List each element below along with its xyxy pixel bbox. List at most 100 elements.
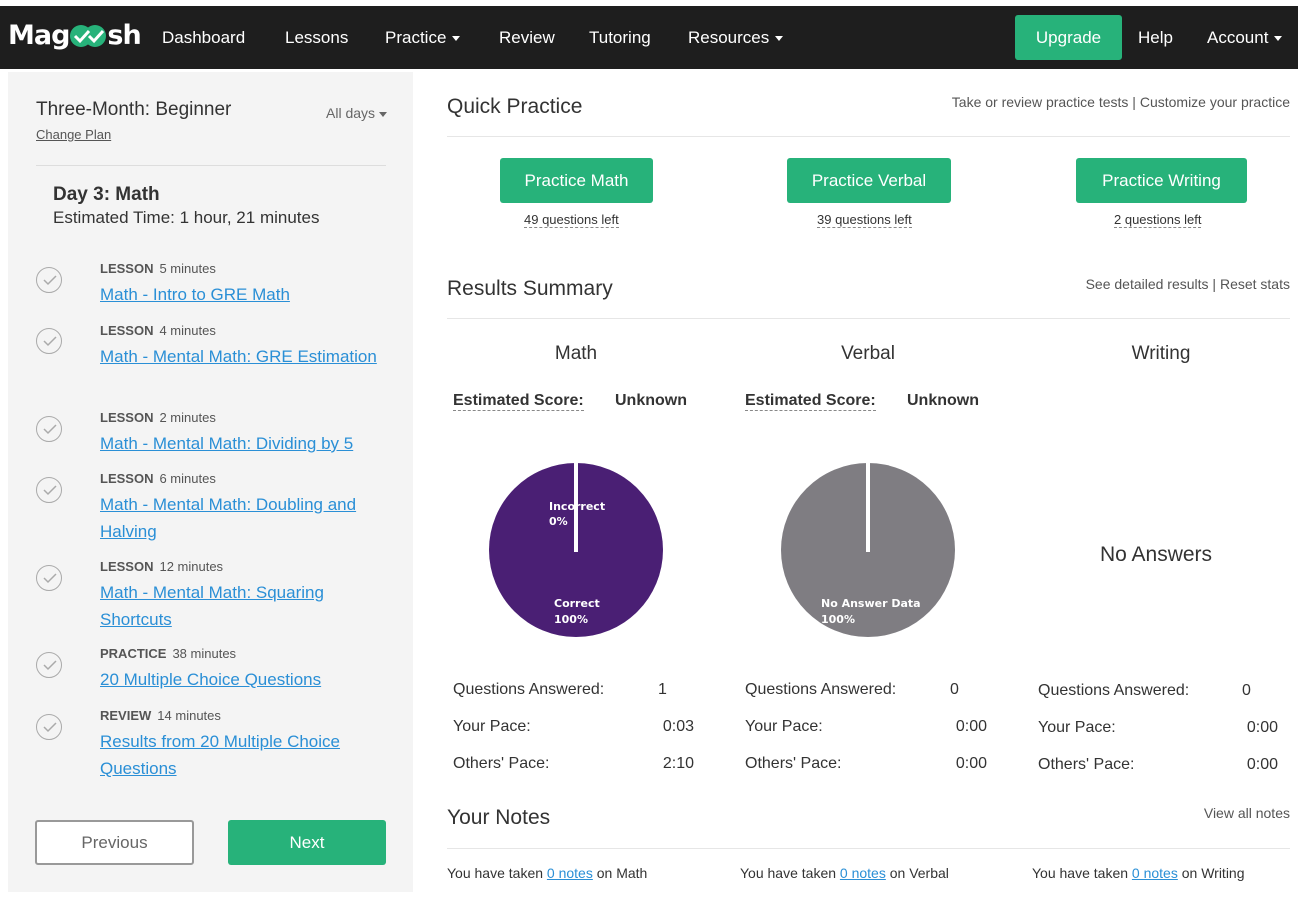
check-circle-icon[interactable] — [36, 267, 62, 293]
quick-practice-title: Quick Practice — [447, 95, 583, 118]
task-type: PRACTICE — [100, 646, 167, 661]
nav-tutoring[interactable]: Tutoring — [589, 28, 651, 48]
task-type: LESSON — [100, 261, 154, 276]
task-type: LESSON — [100, 323, 154, 338]
math-others-pace-value: 2:10 — [662, 755, 694, 772]
results-summary-title: Results Summary — [447, 277, 613, 300]
task-link[interactable]: Math - Mental Math: Doubling and Halving — [100, 491, 390, 545]
verbal-others-pace-value: 0:00 — [955, 755, 987, 772]
practice-writing-button[interactable]: Practice Writing — [1076, 158, 1247, 203]
verbal-questions-left[interactable]: 39 questions left — [817, 212, 912, 228]
change-plan-link[interactable]: Change Plan — [36, 127, 111, 142]
math-estimated-score-label[interactable]: Estimated Score: — [453, 392, 584, 411]
check-circle-icon[interactable] — [36, 652, 62, 678]
task-type: REVIEW — [100, 708, 152, 723]
writing-questions-left[interactable]: 2 questions left — [1114, 212, 1202, 228]
your-notes-title: Your Notes — [447, 806, 551, 829]
nav-review[interactable]: Review — [499, 28, 555, 48]
all-days-label: All days — [326, 105, 376, 121]
nav-practice[interactable]: Practice — [385, 28, 461, 48]
task-type: LESSON — [100, 471, 154, 486]
verbal-notes-link[interactable]: 0 notes — [840, 865, 886, 881]
nav-dashboard[interactable]: Dashboard — [162, 28, 245, 48]
task-link[interactable]: Results from 20 Multiple Choice Question… — [100, 728, 390, 782]
section-divider — [447, 848, 1290, 849]
notes-suffix: on Writing — [1181, 865, 1245, 881]
nav-resources-label: Resources — [688, 28, 770, 47]
nav-help[interactable]: Help — [1138, 28, 1173, 48]
logo-text-left: Mag — [8, 20, 70, 51]
task-duration: 6 minutes — [159, 471, 216, 486]
results-links[interactable]: See detailed results | Reset stats — [1086, 276, 1290, 292]
verbal-answered-label: Questions Answered: — [745, 681, 897, 698]
nav-account-label: Account — [1207, 28, 1269, 47]
nav-lessons[interactable]: Lessons — [285, 28, 348, 48]
verbal-pace-label: Your Pace: — [745, 718, 823, 735]
task-type: LESSON — [100, 559, 154, 574]
math-answered-label: Questions Answered: — [453, 681, 605, 698]
writing-notes-link[interactable]: 0 notes — [1132, 865, 1178, 881]
notes-suffix: on Math — [596, 865, 648, 881]
task-duration: 4 minutes — [159, 323, 216, 338]
caret-down-icon — [452, 36, 461, 42]
upgrade-button[interactable]: Upgrade — [1015, 15, 1122, 60]
verbal-answered-value: 0 — [950, 681, 959, 698]
writing-others-pace-label: Others' Pace: — [1038, 756, 1135, 773]
math-pie-incorrect-pct: 0% — [549, 515, 568, 528]
task-link[interactable]: 20 Multiple Choice Questions — [100, 666, 390, 693]
task-link[interactable]: Math - Mental Math: Squaring Shortcuts — [100, 579, 390, 633]
view-all-notes-link[interactable]: View all notes — [1204, 805, 1290, 821]
next-button[interactable]: Next — [228, 820, 386, 865]
section-divider — [447, 136, 1290, 137]
task-duration: 14 minutes — [157, 708, 221, 723]
math-pie-chart: Incorrect 0% Correct 100% — [489, 463, 663, 637]
task-link[interactable]: Math - Mental Math: GRE Estimation — [100, 343, 390, 370]
all-days-dropdown[interactable]: All days — [326, 105, 388, 121]
task-duration: 38 minutes — [172, 646, 237, 661]
check-circle-icon[interactable] — [36, 416, 62, 442]
writing-pace-label: Your Pace: — [1038, 719, 1116, 736]
nav-account[interactable]: Account — [1207, 28, 1283, 48]
task-meta: PRACTICE 38 minutes — [100, 646, 236, 661]
math-answered-value: 1 — [658, 681, 667, 698]
day-estimated-time: Estimated Time: 1 hour, 21 minutes — [53, 208, 320, 227]
day-title: Day 3: Math — [53, 184, 160, 205]
verbal-pie-label: No Answer Data — [821, 597, 921, 610]
math-notes-link[interactable]: 0 notes — [547, 865, 593, 881]
verbal-estimated-score-label[interactable]: Estimated Score: — [745, 392, 876, 411]
verbal-pie-chart: No Answer Data 100% — [781, 463, 955, 637]
logo-check-icon — [69, 23, 107, 49]
math-pace-label: Your Pace: — [453, 718, 531, 735]
nav-resources[interactable]: Resources — [688, 28, 784, 48]
math-questions-left[interactable]: 49 questions left — [524, 212, 619, 228]
quick-practice-links[interactable]: Take or review practice tests | Customiz… — [952, 94, 1290, 110]
task-link[interactable]: Math - Mental Math: Dividing by 5 — [100, 430, 390, 457]
writing-no-answers: No Answers — [1100, 543, 1213, 566]
notes-suffix: on Verbal — [889, 865, 949, 881]
verbal-pace-value: 0:00 — [955, 718, 987, 735]
logo-text-right: sh — [107, 20, 141, 51]
magoosh-logo[interactable]: Mag sh — [8, 20, 142, 51]
math-pie-incorrect-label: Incorrect — [549, 500, 605, 513]
top-nav-bar: Mag sh Dashboard Lessons Practice Review… — [0, 6, 1298, 69]
task-link[interactable]: Math - Intro to GRE Math — [100, 281, 390, 308]
check-circle-icon[interactable] — [36, 714, 62, 740]
notes-prefix: You have taken — [740, 865, 837, 881]
task-meta: LESSON 5 minutes — [100, 261, 216, 276]
practice-verbal-button[interactable]: Practice Verbal — [787, 158, 951, 203]
verbal-estimated-score-value: Unknown — [907, 392, 979, 409]
plan-title: Three-Month: Beginner — [36, 99, 232, 120]
nav-practice-label: Practice — [385, 28, 447, 47]
writing-notes: You have taken 0 notes on Writing — [1032, 865, 1245, 881]
check-circle-icon[interactable] — [36, 328, 62, 354]
previous-button[interactable]: Previous — [35, 820, 194, 865]
verbal-pie-pct: 100% — [821, 613, 855, 626]
practice-math-button[interactable]: Practice Math — [500, 158, 653, 203]
verbal-others-pace-label: Others' Pace: — [745, 755, 842, 772]
check-circle-icon[interactable] — [36, 565, 62, 591]
math-pie-correct-pct: 100% — [554, 613, 588, 626]
writing-column-title: Writing — [1131, 343, 1191, 364]
writing-answered-value: 0 — [1242, 682, 1251, 699]
check-circle-icon[interactable] — [36, 477, 62, 503]
notes-prefix: You have taken — [1032, 865, 1129, 881]
